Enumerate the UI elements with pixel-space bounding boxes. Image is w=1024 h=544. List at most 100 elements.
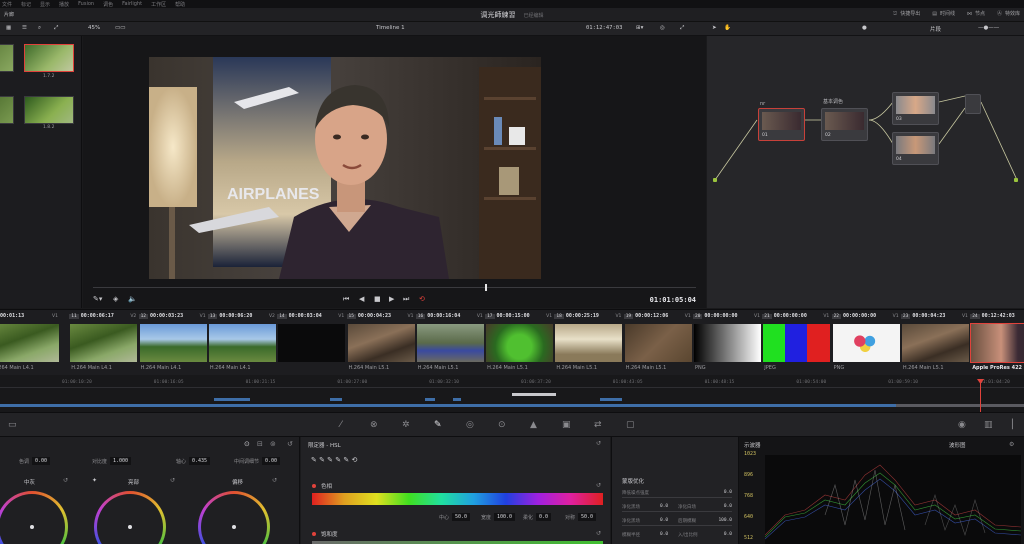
scope-settings-icon[interactable]: ⚙ xyxy=(1009,441,1014,448)
hand-icon[interactable]: ✋ xyxy=(724,25,731,31)
view-mode-icon[interactable]: ▭▭ xyxy=(115,25,125,31)
clip-thumbnail[interactable]: 14 00:00:03:04 V1 xyxy=(277,310,346,376)
curves-icon[interactable]: ⁄ xyxy=(340,420,342,430)
stop-button[interactable]: ■ xyxy=(374,295,381,303)
timeline-clip[interactable] xyxy=(330,398,342,401)
clip-image[interactable] xyxy=(208,324,276,362)
hue-soft[interactable]: 柔化 0.0 xyxy=(523,513,552,521)
clip-image[interactable] xyxy=(694,324,761,362)
menu-item[interactable]: 文件 xyxy=(2,1,12,8)
search-icon[interactable]: ⌕ xyxy=(38,25,41,32)
output-pin[interactable] xyxy=(1014,178,1018,182)
hue-symmetry[interactable]: 对称 50.0 xyxy=(565,513,597,521)
matte-row[interactable]: 净化黑场 0.0 后期模糊 100.0 xyxy=(622,518,732,524)
matte-row[interactable]: 模糊半径 0.0 入/出比例 0.0 xyxy=(622,532,732,538)
timeline-ruler[interactable]: 01:00:10:20 01:00:16:05 01:00:21:15 01:00:2… xyxy=(0,378,1024,388)
clip-thumbnail[interactable]: 12 00:00:03:23 V1 H.264 Main L4.1 xyxy=(138,310,208,376)
tracker-icon[interactable]: ⊙ xyxy=(498,420,506,430)
color-wheel-gamma[interactable] xyxy=(0,491,68,544)
timeline-track[interactable] xyxy=(0,404,1024,407)
gallery-still-partial[interactable] xyxy=(0,44,14,72)
clip-image[interactable] xyxy=(486,324,554,362)
menu-item[interactable]: 帮助 xyxy=(175,1,185,8)
scope-icon[interactable]: ▥ xyxy=(984,420,993,430)
target-icon[interactable]: ⊙ xyxy=(244,440,250,448)
clip-thumbnail[interactable]: 15 00:00:04:23 V1 H.264 Main L5.1 xyxy=(346,310,416,376)
node-01[interactable]: 01 xyxy=(758,108,805,141)
timeline-clip[interactable] xyxy=(600,398,622,401)
input-pin[interactable] xyxy=(713,178,717,182)
gallery-still-1[interactable] xyxy=(24,44,74,72)
more-icon[interactable]: ▏ xyxy=(1012,420,1019,430)
clip-image[interactable] xyxy=(278,324,346,362)
menu-item[interactable]: 工作区 xyxy=(151,1,166,8)
clip-thumbnail[interactable]: 18 00:00:25:19 V1 H.264 Main L5.1 xyxy=(554,310,623,376)
video-frame[interactable]: AIRPLANES xyxy=(149,57,541,279)
clip-thumbnail[interactable]: 21 00:00:00:00 V1 JPEG xyxy=(762,310,831,376)
go-to-start-button[interactable]: ⏮ xyxy=(343,295,349,304)
highlight-icon[interactable]: ◎ xyxy=(660,25,665,31)
timeline-clip[interactable] xyxy=(453,398,461,401)
timeline-clip[interactable] xyxy=(425,398,435,401)
timeline-playhead[interactable] xyxy=(980,380,981,412)
reset-icon[interactable]: ↺ xyxy=(63,477,68,484)
clip-thumbnail[interactable]: 22 00:00:00:00 V1 PNG xyxy=(831,310,901,376)
window-icon[interactable]: ◎ xyxy=(466,420,474,430)
key-icon[interactable]: ▣ xyxy=(562,420,571,430)
clip-image[interactable] xyxy=(763,324,831,362)
menu-item[interactable]: 显示 xyxy=(40,1,50,8)
3d-icon[interactable]: ▢ xyxy=(626,420,635,430)
reset-icon[interactable]: ↺ xyxy=(596,530,601,537)
menu-item[interactable]: 播放 xyxy=(59,1,69,8)
clip-thumbnail[interactable]: 13 00:00:06:20 V2 H.264 Main L4.1 xyxy=(207,310,277,376)
reset-icon[interactable]: ↺ xyxy=(596,482,601,489)
eyedropper-icon[interactable]: ✎▾ xyxy=(93,295,102,303)
clip-image[interactable] xyxy=(624,324,692,362)
clip-image[interactable] xyxy=(555,324,623,362)
fullscreen-icon[interactable]: ⤢ xyxy=(680,25,684,32)
param-pivot[interactable]: 轴心 0.435 xyxy=(176,457,211,465)
node-zoom-slider[interactable]: —●—— xyxy=(978,25,999,31)
matte-row[interactable]: 降低噪点强度 0.0 xyxy=(622,490,732,496)
scope-mode-select[interactable]: 波形图 xyxy=(949,441,966,449)
blur-icon[interactable]: ▲ xyxy=(530,420,537,430)
gallery-still-2[interactable] xyxy=(24,96,74,124)
tool-export[interactable]: ⎋ 快捷导出 xyxy=(893,10,920,18)
clip-thumbnail[interactable]: 20 00:00:00:00 V1 PNG xyxy=(693,310,762,376)
hue-range-bar[interactable] xyxy=(312,493,603,505)
reset-icon[interactable]: ↺ xyxy=(596,440,601,447)
pointer-icon[interactable]: ➤ xyxy=(712,25,717,31)
clip-image[interactable] xyxy=(901,324,969,362)
menu-item[interactable]: Fusion xyxy=(78,1,94,7)
clip-image[interactable] xyxy=(970,323,1024,363)
play-button[interactable]: ▶ xyxy=(389,295,394,303)
zoom-select[interactable]: 45% xyxy=(88,25,100,31)
grid-view-icon[interactable]: ▦ xyxy=(6,25,11,31)
clip-thumbnail[interactable]: 19 00:00:12:06 V1 H.264 Main L5.1 xyxy=(623,310,693,376)
clip-thumbnail[interactable]: 2400:12:42:03V1 Apple ProRes 422 xyxy=(970,310,1024,376)
node-04[interactable]: 04 xyxy=(892,132,939,165)
list-view-icon[interactable]: ☰ xyxy=(22,25,27,31)
node-mode-select[interactable]: 片段 xyxy=(930,25,941,33)
clip-thumbnail[interactable]: 11 00:00:06:17 V2 H.264 Main L4.1 xyxy=(69,310,138,376)
clip-image[interactable] xyxy=(416,324,484,362)
expand-icon[interactable]: ⤢ xyxy=(54,25,58,32)
reset-icon[interactable]: ↺ xyxy=(287,440,293,448)
clip-thumbnail[interactable]: 00:00:01:13 V1 H.264 Main L4.1 xyxy=(0,310,60,376)
param-contrast[interactable]: 对比度 1.000 xyxy=(92,457,132,465)
warper-icon[interactable]: ⊗ xyxy=(370,420,378,430)
node-03[interactable]: 03 xyxy=(892,92,939,125)
clip-image[interactable] xyxy=(347,324,415,362)
clip-thumbnail[interactable]: 17 00:00:15:00 V1 H.264 Main L5.1 xyxy=(485,310,554,376)
eye-icon[interactable]: ◉ xyxy=(958,420,966,430)
menu-item[interactable]: Fairlight xyxy=(122,1,142,7)
timeline-clip-selected[interactable] xyxy=(512,393,556,396)
hsl-icon[interactable]: ✲ xyxy=(402,420,410,430)
go-to-end-button[interactable]: ⏭ xyxy=(403,295,409,304)
sat-enable-toggle[interactable] xyxy=(312,532,316,536)
hue-width[interactable]: 宽度 100.0 xyxy=(481,513,516,521)
clip-image[interactable] xyxy=(139,324,207,362)
clip-thumbnail[interactable]: 23 00:00:04:23 V1 H.264 Main L5.1 xyxy=(900,310,970,376)
clip-thumbnail[interactable]: 16 00:00:16:04 V1 H.264 Main L5.1 xyxy=(415,310,485,376)
gallery-still-partial[interactable] xyxy=(0,96,14,124)
